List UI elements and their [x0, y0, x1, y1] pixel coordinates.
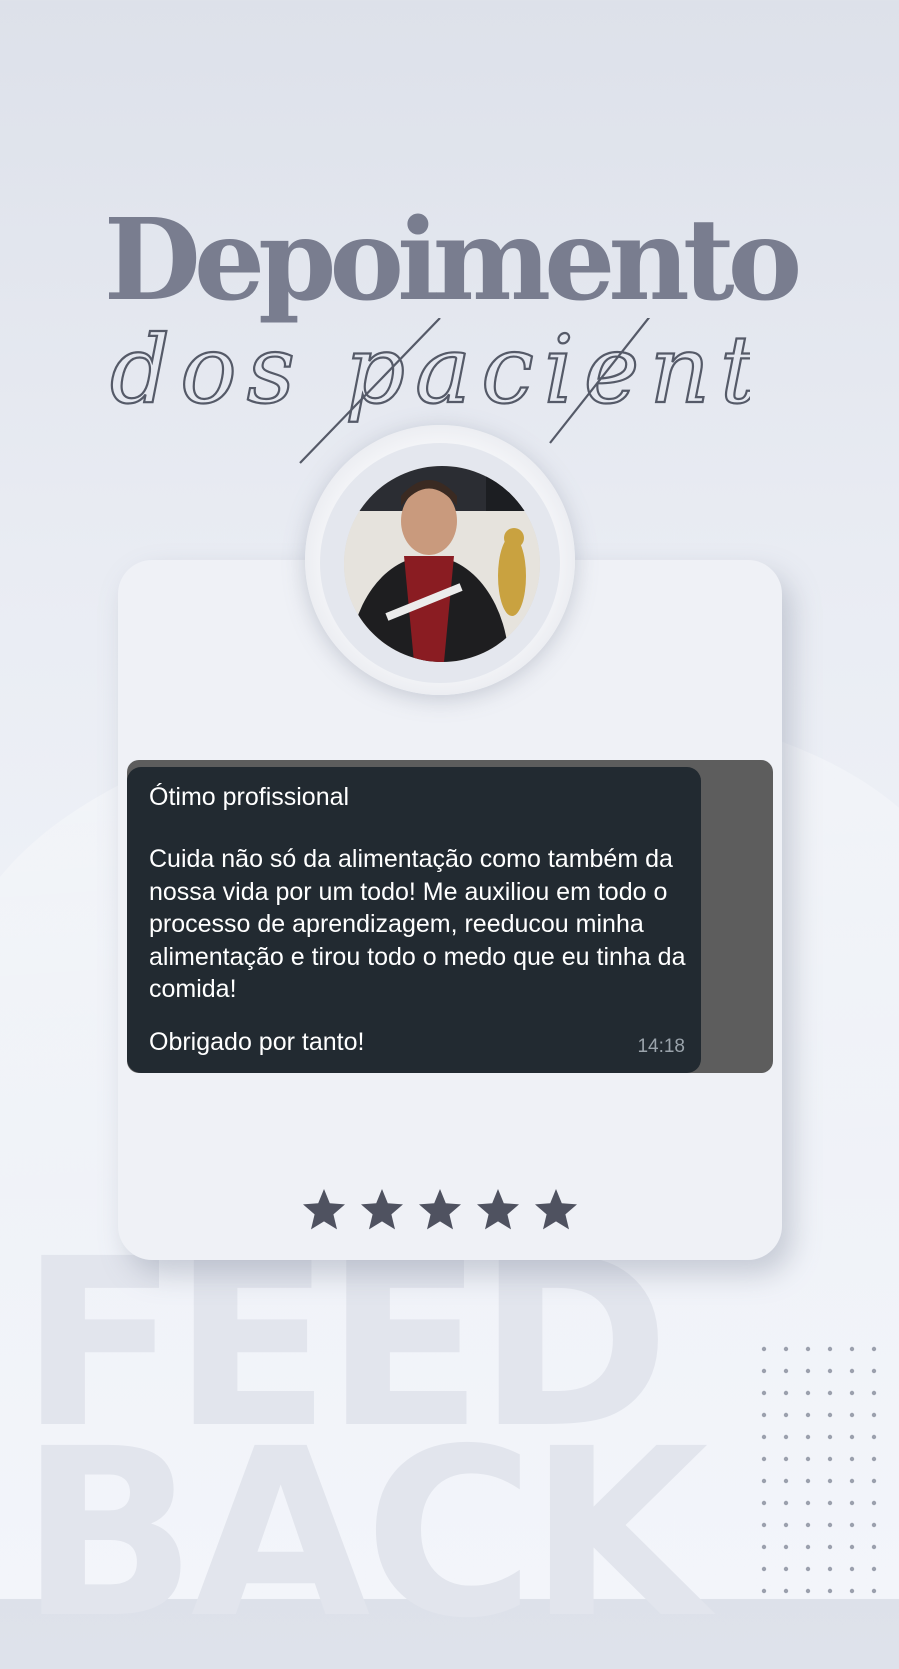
page-subtitle-text: dos pacientes	[110, 318, 750, 425]
star-icon	[419, 1189, 461, 1230]
message-title: Ótimo profissional	[149, 783, 350, 811]
background-text-back: BACK	[20, 1399, 708, 1669]
star-icon	[361, 1189, 403, 1230]
star-icon	[303, 1189, 345, 1230]
person-photo-icon	[344, 466, 540, 662]
chat-bubble: Ótimo profissional Cuida não só da alime…	[127, 767, 701, 1073]
dot-grid-decoration	[761, 1346, 877, 1594]
message-time: 14:18	[637, 1035, 685, 1057]
avatar	[344, 466, 540, 662]
star-icon	[535, 1189, 577, 1230]
star-icon	[477, 1189, 519, 1230]
rating-stars	[300, 1186, 580, 1234]
message-thanks: Obrigado por tanto!	[149, 1028, 365, 1056]
page-title: Depoimento	[103, 195, 803, 326]
message-body: Cuida não só da alimentação como também …	[149, 845, 686, 1003]
